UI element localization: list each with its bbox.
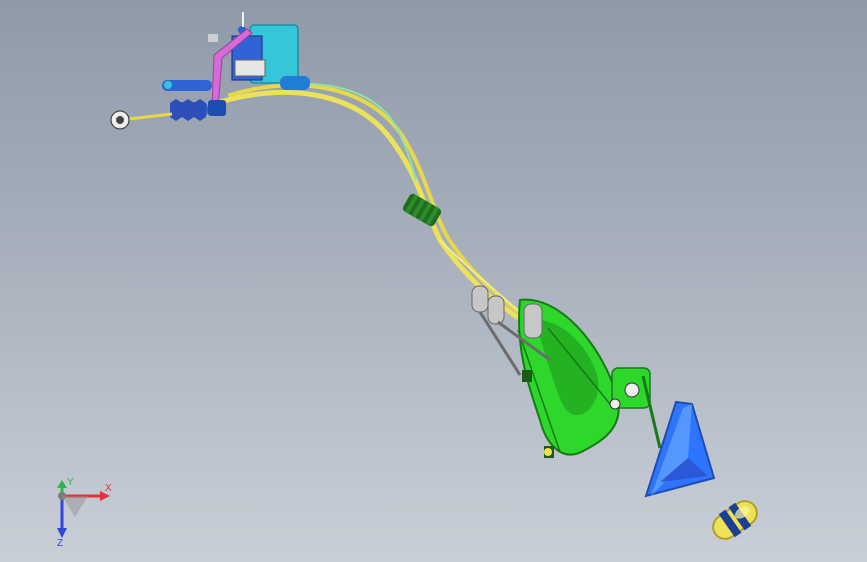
cable-end-fittings[interactable] (110, 80, 226, 130)
shift-knob[interactable] (707, 495, 762, 545)
bellows-boot-icon (170, 99, 206, 121)
shift-cables[interactable] (217, 82, 547, 332)
triad-shadow (62, 496, 88, 517)
cad-model[interactable] (0, 0, 867, 562)
y-axis-arrow-icon (57, 480, 67, 488)
y-axis-label: Y (67, 478, 74, 488)
z-axis-label: Z (57, 538, 63, 548)
coordinate-triad[interactable]: X Y Z (40, 478, 120, 548)
shift-lever-boot[interactable] (644, 400, 716, 498)
x-axis-label: X (105, 483, 112, 494)
z-axis-arrow-icon (57, 528, 67, 538)
graphics-viewport[interactable]: X Y Z (0, 0, 867, 562)
